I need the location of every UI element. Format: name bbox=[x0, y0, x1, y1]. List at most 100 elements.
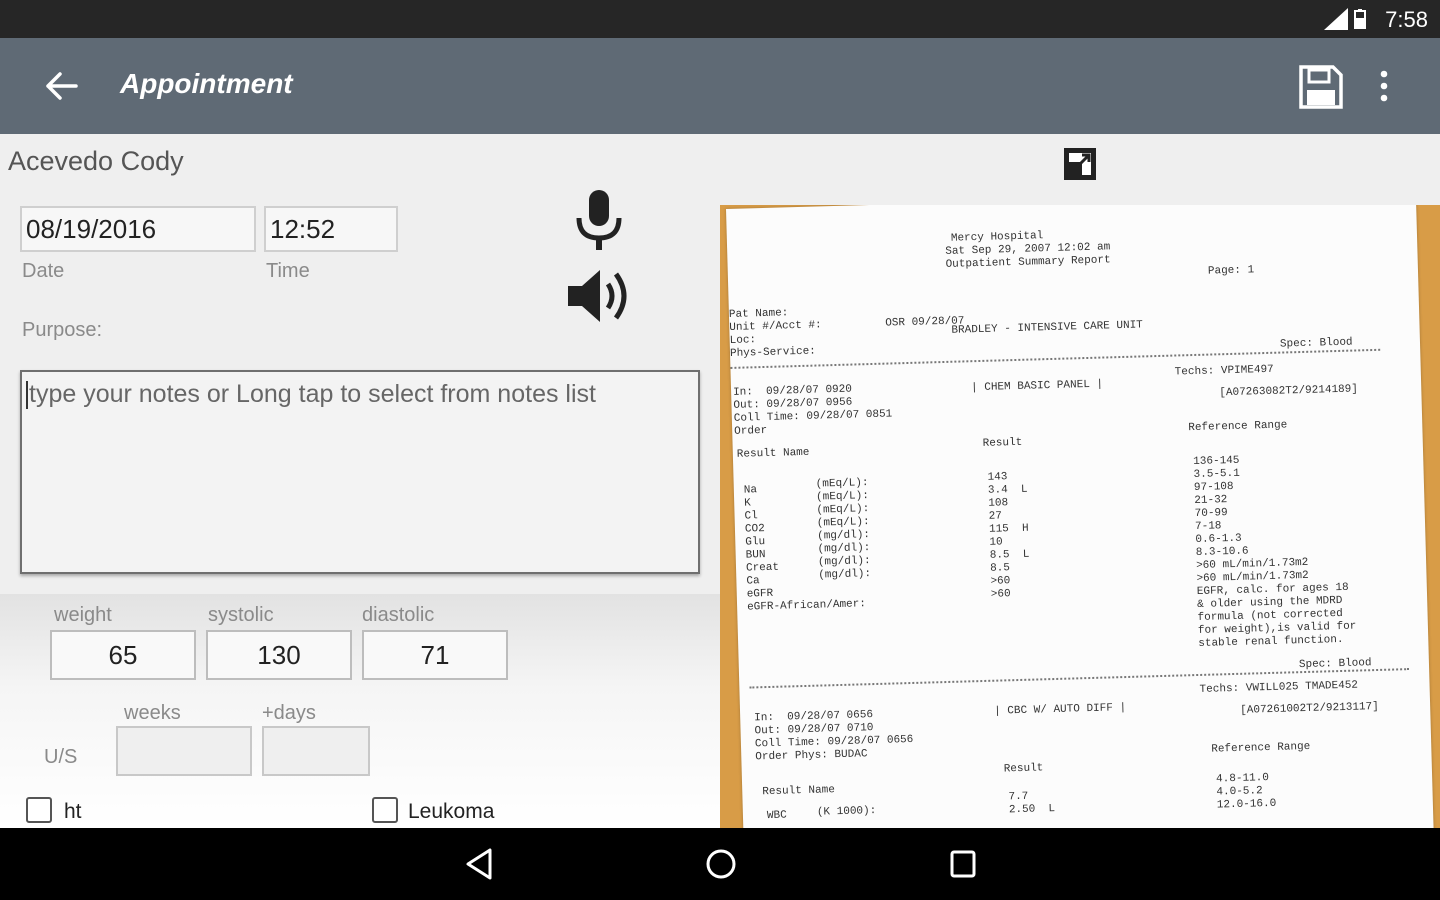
notes-textarea[interactable]: type your notes or Long tap to select fr… bbox=[20, 370, 700, 574]
doc-line: >60 bbox=[990, 588, 1011, 601]
doc-line: 8.5 L bbox=[989, 548, 1030, 562]
diastolic-field[interactable]: 71 bbox=[362, 630, 508, 680]
doc-line: eGFR-African/Amer: bbox=[746, 598, 867, 614]
weight-field[interactable]: 65 bbox=[50, 630, 196, 680]
doc-line: 8.5 bbox=[989, 562, 1011, 575]
lab-report-paper: Mercy Hospital Sat Sep 29, 2007 12:02 am… bbox=[726, 205, 1435, 828]
doc-line: 108 bbox=[988, 497, 1009, 510]
doc-line: 3.5-5.1 bbox=[1193, 467, 1240, 482]
weeks-label: weeks bbox=[124, 702, 181, 724]
doc-line: | CHEM BASIC PANEL | bbox=[970, 378, 1104, 395]
doc-line: Order bbox=[734, 424, 768, 438]
doc-line: Result Name bbox=[762, 784, 836, 799]
divider bbox=[730, 348, 1381, 369]
doc-line: Reference Range bbox=[1188, 419, 1288, 435]
doc-line: 136-145 bbox=[1193, 454, 1240, 469]
doc-line: (K 1000): bbox=[816, 805, 877, 819]
days-field[interactable] bbox=[262, 726, 370, 776]
doc-line: | CBC W/ AUTO DIFF | bbox=[993, 702, 1127, 718]
doc-line: Phys-Service: bbox=[729, 345, 817, 360]
doc-line: 7-18 bbox=[1194, 520, 1222, 534]
weeks-field[interactable] bbox=[116, 726, 252, 776]
leukoma-checkbox[interactable] bbox=[372, 797, 398, 823]
leukoma-label: Leukoma bbox=[408, 800, 495, 823]
date-field[interactable]: 08/19/2016 bbox=[20, 206, 256, 252]
save-icon[interactable] bbox=[1298, 64, 1344, 110]
days-label: +days bbox=[262, 702, 316, 724]
doc-line: BRADLEY - INTENSIVE CARE UNIT bbox=[951, 319, 1144, 337]
doc-line: 21-32 bbox=[1194, 494, 1228, 508]
doc-line: 10 bbox=[989, 536, 1003, 549]
weight-label: weight bbox=[54, 604, 112, 626]
doc-line: 97-108 bbox=[1193, 480, 1234, 495]
microphone-icon[interactable] bbox=[572, 188, 626, 256]
nav-recents-icon[interactable] bbox=[948, 846, 978, 882]
doc-line: 27 bbox=[988, 510, 1003, 523]
vitals-section: weight systolic diastolic 65 130 71 week… bbox=[0, 594, 720, 828]
time-label: Time bbox=[266, 260, 310, 282]
doc-line: Glu bbox=[745, 536, 766, 549]
doc-line: Reference Range bbox=[1211, 740, 1311, 756]
doc-line: [A07261002T2/9213117] bbox=[1240, 700, 1379, 717]
signal-icon bbox=[1324, 8, 1348, 30]
doc-line: Spec: Blood bbox=[1279, 336, 1353, 351]
expand-icon[interactable] bbox=[1062, 146, 1098, 182]
purpose-label: Purpose: bbox=[22, 319, 103, 341]
doc-line: Unit #/Acct #: bbox=[729, 319, 822, 334]
doc-line: Creat bbox=[745, 561, 780, 575]
doc-line: Spec: Blood bbox=[1298, 657, 1372, 672]
status-bar: 7:58 bbox=[0, 0, 1440, 38]
clock: 7:58 bbox=[1385, 7, 1428, 32]
date-label: Date bbox=[22, 260, 65, 282]
doc-line: 143 bbox=[987, 471, 1008, 484]
nav-back-icon[interactable] bbox=[464, 846, 494, 882]
patient-name: Acevedo Cody bbox=[8, 146, 184, 176]
page-title: Appointment bbox=[120, 68, 293, 99]
ht-label: ht bbox=[64, 800, 82, 823]
doc-line: WBC bbox=[766, 809, 787, 823]
doc-line: 3.4 L bbox=[987, 483, 1028, 497]
doc-line: 70-99 bbox=[1194, 507, 1228, 521]
doc-line: (mg/dl): bbox=[818, 568, 872, 582]
doc-line: Result bbox=[982, 436, 1023, 450]
doc-line: Na bbox=[743, 484, 758, 497]
diastolic-label: diastolic bbox=[362, 604, 435, 626]
notes-placeholder: type your notes or Long tap to select fr… bbox=[29, 380, 596, 408]
doc-line: eGFR bbox=[746, 587, 774, 601]
nav-home-icon[interactable] bbox=[704, 846, 738, 882]
doc-line: 12.0-16.0 bbox=[1216, 797, 1277, 812]
doc-line: Cl bbox=[744, 510, 758, 523]
doc-line: Techs: VPIME497 bbox=[1174, 363, 1274, 379]
app-bar: Appointment bbox=[0, 38, 1440, 134]
appointment-form: Acevedo Cody 08/19/2016 Date 12:52 Time … bbox=[0, 134, 720, 828]
us-label: U/S bbox=[44, 746, 78, 768]
doc-line: Order Phys: BUDAC bbox=[755, 748, 868, 764]
doc-line: Result bbox=[1003, 762, 1044, 776]
doc-line: Ca bbox=[746, 575, 760, 588]
navigation-bar bbox=[0, 828, 1440, 900]
doc-line: 4.0-5.2 bbox=[1216, 785, 1263, 799]
doc-line: K bbox=[744, 497, 752, 510]
time-field[interactable]: 12:52 bbox=[264, 206, 398, 252]
more-vert-icon[interactable] bbox=[1372, 68, 1396, 104]
doc-line: 2.50 L bbox=[1008, 803, 1056, 817]
doc-line: 0.6-1.3 bbox=[1195, 532, 1242, 547]
doc-line: BUN bbox=[745, 549, 766, 562]
speaker-icon[interactable] bbox=[566, 266, 636, 326]
doc-line: 7.7 bbox=[1008, 790, 1029, 804]
systolic-field[interactable]: 130 bbox=[206, 630, 352, 680]
doc-line: stable renal function. bbox=[1198, 633, 1344, 650]
battery-icon bbox=[1354, 9, 1366, 29]
doc-line: Result Name bbox=[736, 446, 810, 461]
doc-line: [A07263082T2/9214189] bbox=[1219, 383, 1359, 400]
ht-checkbox[interactable] bbox=[26, 797, 52, 823]
text-cursor bbox=[26, 381, 28, 410]
systolic-label: systolic bbox=[208, 604, 274, 626]
back-arrow-icon[interactable] bbox=[40, 68, 80, 104]
doc-line: Techs: VWILL025 TMADE452 bbox=[1199, 679, 1359, 696]
doc-line: Page: 1 bbox=[1207, 264, 1255, 278]
document-image[interactable]: Mercy Hospital Sat Sep 29, 2007 12:02 am… bbox=[720, 205, 1440, 828]
doc-line: >60 bbox=[990, 575, 1011, 588]
doc-line: Loc: bbox=[729, 334, 757, 347]
doc-line: 115 H bbox=[988, 522, 1029, 536]
